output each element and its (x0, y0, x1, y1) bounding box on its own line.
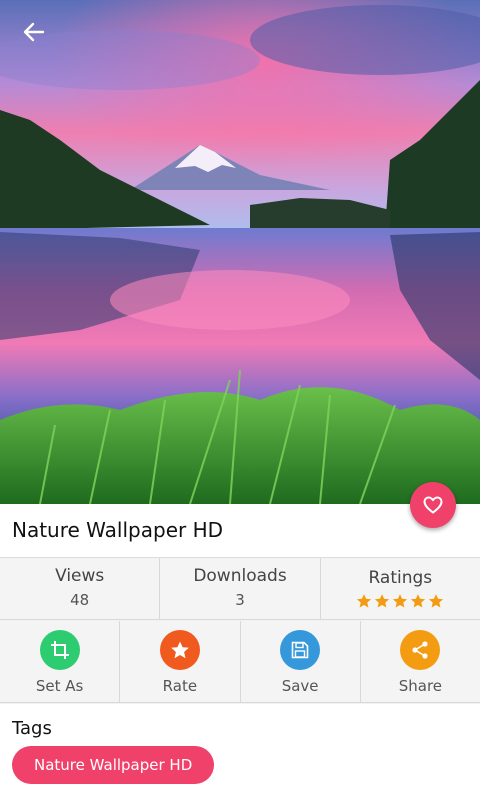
rating-stars (321, 593, 480, 609)
wallpaper-preview (0, 0, 480, 504)
share-label: Share (398, 677, 443, 695)
star-icon (171, 641, 189, 659)
save-icon (291, 641, 309, 659)
rate-label: Rate (162, 677, 198, 695)
downloads-value: 3 (235, 591, 245, 609)
views-label: Views (55, 566, 105, 586)
views-stat: Views 48 (0, 558, 161, 619)
set-as-icon-circle (39, 630, 80, 670)
share-button[interactable]: Share (361, 621, 480, 702)
set-as-label: Set As (35, 677, 84, 695)
favorite-button[interactable] (410, 482, 456, 528)
save-icon-circle (280, 630, 321, 670)
ratings-label: Ratings (368, 568, 433, 588)
back-button[interactable] (14, 16, 54, 48)
action-row: Set As Rate Save Share (0, 621, 480, 703)
arrow-left-icon (23, 22, 45, 42)
rate-button[interactable]: Rate (120, 621, 241, 702)
tags-title: Tags (12, 718, 52, 739)
rating-star-icon (429, 594, 444, 608)
tag-chip[interactable]: Nature Wallpaper HD (12, 746, 215, 784)
landscape-image (0, 0, 480, 504)
heart-icon (423, 496, 443, 514)
title-bar: Nature Wallpaper HD (0, 504, 480, 558)
crop-icon (50, 641, 69, 659)
wallpaper-title: Nature Wallpaper HD (12, 518, 224, 542)
rating-star-icon (393, 594, 408, 608)
save-button[interactable]: Save (241, 621, 361, 702)
views-value: 48 (70, 591, 90, 609)
rating-star-icon (411, 594, 426, 608)
downloads-label: Downloads (193, 566, 287, 586)
set-as-button[interactable]: Set As (0, 621, 121, 702)
ratings-stat: Ratings (321, 558, 480, 619)
rate-icon-circle (159, 630, 200, 670)
downloads-stat: Downloads 3 (160, 558, 321, 619)
stats-row: Views 48 Downloads 3 Ratings (0, 558, 480, 620)
rating-star-icon (357, 594, 372, 608)
rating-star-icon (375, 594, 390, 608)
share-icon-circle (400, 630, 441, 670)
save-label: Save (281, 677, 319, 695)
share-icon (412, 641, 428, 659)
